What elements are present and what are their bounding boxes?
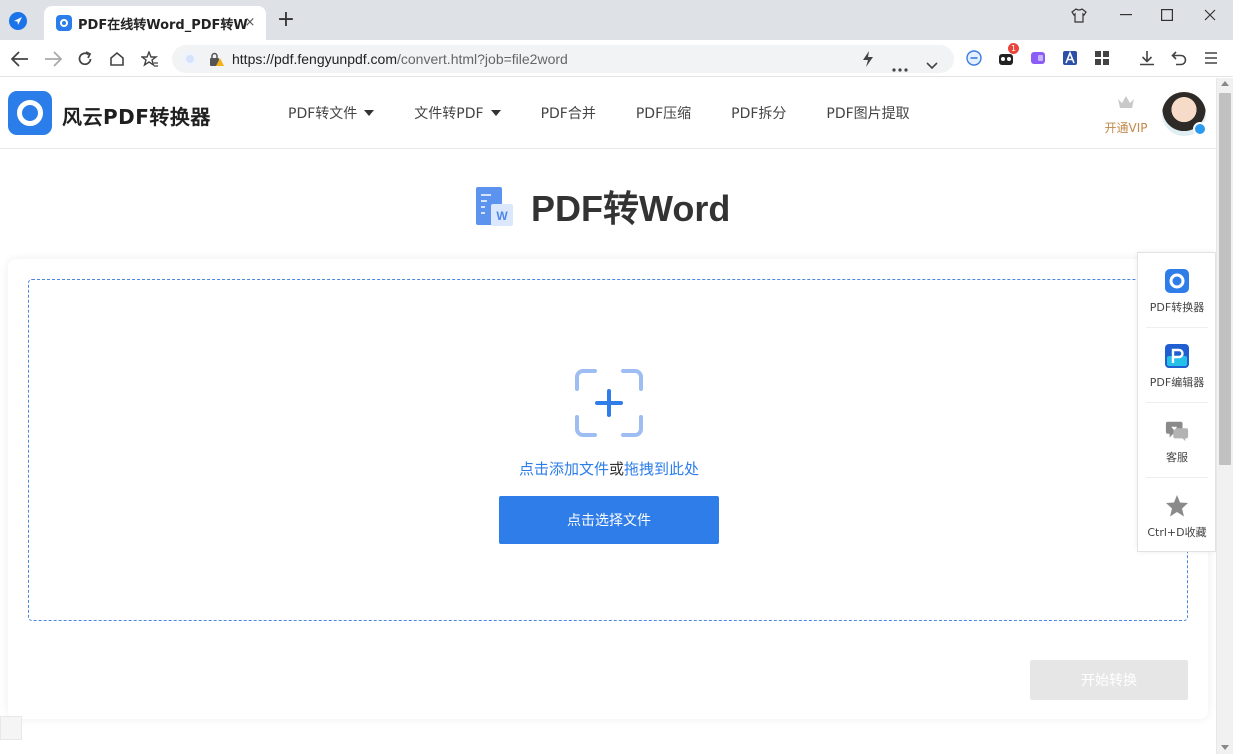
lightning-icon[interactable]: [862, 51, 874, 71]
drop-hint-or: 或: [608, 460, 624, 478]
download-icon[interactable]: [1138, 49, 1156, 67]
font-extension-icon[interactable]: [1061, 49, 1079, 67]
side-item-label: 客服: [1166, 451, 1188, 464]
nav-item-label: PDF图片提取: [826, 106, 910, 122]
main-nav: PDF转文件 文件转PDF PDF合并 PDF压缩 PDF拆分 PDF图片提取: [270, 103, 950, 123]
purple-extension-icon[interactable]: [1029, 49, 1047, 67]
side-item-editor[interactable]: PDF编辑器: [1146, 328, 1208, 403]
tab-title: PDF在线转Word_PDF转Word在线转换: [78, 17, 248, 33]
converter-icon: [1165, 269, 1189, 293]
nav-pdf-to-file[interactable]: PDF转文件: [288, 103, 375, 123]
minimize-icon[interactable]: [1112, 4, 1140, 26]
tab-close-icon[interactable]: ×: [242, 15, 258, 31]
insecure-lock-icon[interactable]: [208, 52, 224, 71]
page-title-area: W PDF转Word: [475, 184, 730, 229]
address-bar[interactable]: https://pdf.fengyunpdf.com/convert.html?…: [172, 45, 954, 73]
drag-here-text: 拖拽到此处: [624, 460, 700, 478]
extension-badge: 1: [1008, 43, 1019, 54]
site-logo-icon[interactable]: [8, 91, 52, 135]
upload-card: 点击添加文件或拖拽到此处 点击选择文件 开始转换: [8, 259, 1208, 719]
floating-side-panel: PDF转换器 PDF编辑器 客服 Ctrl+D收藏: [1137, 252, 1216, 552]
scroll-down-icon[interactable]: [1221, 745, 1229, 750]
caret-down-icon: [364, 110, 375, 116]
side-item-label: PDF编辑器: [1149, 376, 1205, 389]
tab-favicon-icon: [56, 15, 72, 31]
chevron-down-icon[interactable]: [926, 55, 938, 74]
nav-pdf-merge[interactable]: PDF合并: [541, 103, 596, 123]
url-text: https://pdf.fengyunpdf.com/convert.html?…: [232, 51, 568, 67]
more-options-icon[interactable]: [892, 57, 908, 76]
game-extension-icon[interactable]: 1: [997, 43, 1019, 67]
nav-item-label: PDF压缩: [635, 106, 692, 122]
page-title: PDF转Word: [531, 188, 731, 229]
crown-icon: [1118, 96, 1134, 108]
nav-pdf-split[interactable]: PDF拆分: [731, 103, 786, 123]
side-item-bookmark[interactable]: Ctrl+D收藏: [1146, 478, 1208, 553]
new-tab-button[interactable]: +: [276, 9, 296, 31]
home-icon[interactable]: [106, 48, 128, 70]
bookmark-star-icon[interactable]: [139, 48, 161, 70]
vip-button[interactable]: 开通VIP: [1100, 94, 1152, 136]
add-file-icon[interactable]: [575, 369, 643, 437]
shirt-icon[interactable]: [1065, 4, 1093, 26]
add-file-link[interactable]: 点击添加文件: [519, 460, 609, 478]
side-item-customer-service[interactable]: 客服: [1146, 403, 1208, 478]
reload-icon[interactable]: [74, 48, 96, 70]
close-window-icon[interactable]: [1196, 4, 1224, 26]
minus-extension-icon[interactable]: [965, 49, 983, 67]
side-item-label: Ctrl+D收藏: [1147, 526, 1207, 539]
back-arrow-icon[interactable]: [9, 48, 31, 70]
svg-text:W: W: [496, 209, 508, 223]
nav-item-label: PDF拆分: [731, 106, 787, 122]
caret-down-icon: [490, 110, 501, 116]
word-doc-icon: W: [475, 185, 515, 227]
scroll-thumb[interactable]: [1219, 93, 1231, 465]
browser-tab-bar: PDF在线转Word_PDF转Word在线转换 × +: [0, 0, 1233, 40]
browser-toolbar: https://pdf.fengyunpdf.com/convert.html?…: [0, 40, 1233, 77]
nav-file-to-pdf[interactable]: 文件转PDF: [414, 103, 501, 123]
vip-label: 开通VIP: [1104, 121, 1148, 135]
site-header: 风云PDF转换器 PDF转文件 文件转PDF PDF合并 PDF压缩 PDF拆分…: [0, 78, 1216, 149]
nav-item-label: PDF转文件: [288, 106, 358, 122]
browser-app-icon[interactable]: [9, 12, 27, 30]
editor-icon: [1165, 344, 1189, 368]
star-icon: [1165, 494, 1189, 518]
nav-pdf-image-extract[interactable]: PDF图片提取: [826, 103, 909, 123]
site-logo-text[interactable]: 风云PDF转换器: [62, 101, 211, 130]
select-file-button[interactable]: 点击选择文件: [499, 496, 719, 544]
file-dropzone[interactable]: 点击添加文件或拖拽到此处 点击选择文件: [28, 279, 1188, 621]
start-convert-button[interactable]: 开始转换: [1030, 660, 1188, 700]
nav-pdf-compress[interactable]: PDF压缩: [636, 103, 691, 123]
side-item-converter[interactable]: PDF转换器: [1146, 253, 1208, 328]
site-info-icon[interactable]: [183, 52, 197, 66]
menu-icon[interactable]: [1202, 49, 1220, 67]
undo-icon[interactable]: [1170, 49, 1188, 67]
forward-arrow-icon[interactable]: [42, 48, 64, 70]
apps-grid-icon[interactable]: [1093, 49, 1111, 67]
page-scrollbar[interactable]: [1216, 78, 1233, 754]
nav-item-label: PDF合并: [540, 106, 596, 122]
browser-tab-active[interactable]: PDF在线转Word_PDF转Word在线转换 ×: [44, 6, 266, 40]
maximize-icon[interactable]: [1153, 4, 1181, 26]
corner-widget: [0, 716, 22, 740]
avatar-notification-icon: [1193, 122, 1207, 136]
side-item-label: PDF转换器: [1149, 301, 1205, 314]
customer-service-icon: [1165, 419, 1189, 443]
drop-hint-text: 点击添加文件或拖拽到此处: [29, 458, 1189, 479]
scroll-up-icon[interactable]: [1221, 81, 1229, 86]
nav-item-label: 文件转PDF: [414, 106, 484, 122]
